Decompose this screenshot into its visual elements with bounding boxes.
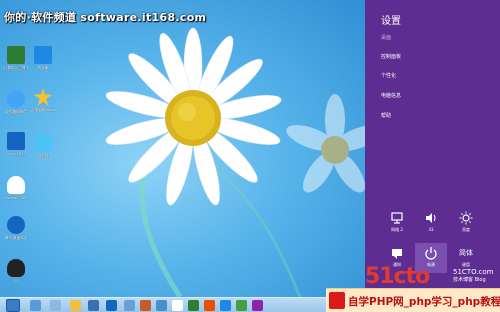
brand-logo-text: 51cto	[365, 264, 430, 289]
section-label: 桌面	[381, 35, 392, 41]
recycle-bin-icon	[34, 134, 52, 152]
brand-domain: 51CTO.com	[453, 268, 494, 276]
settings-item-help[interactable]: 帮助	[381, 112, 391, 119]
volume-icon	[426, 213, 436, 223]
desktop-icon[interactable]: 腾讯 桌面助手	[4, 216, 28, 240]
desktop-icon[interactable]: Word 2013	[4, 132, 28, 156]
brand-subtitle: 技术博客 Blog	[453, 277, 486, 283]
site-watermark: 你的·软件频道 software.it168.com	[4, 11, 207, 24]
volume-tile[interactable]: 43	[415, 208, 447, 238]
network-tile[interactable]: 网络 2	[381, 208, 413, 238]
desktop-icon[interactable]: 此电脑和Mesa	[31, 88, 55, 112]
desktop: 你的·软件频道 software.it168.com 计算机及工具下载 有到家 …	[0, 0, 365, 297]
settings-item-personalization[interactable]: 个性化	[381, 72, 396, 79]
qq-penguin-icon	[7, 259, 25, 277]
app-icon	[34, 46, 52, 64]
folder-icon[interactable]	[70, 300, 81, 311]
app-icon[interactable]	[236, 300, 247, 311]
app-icon[interactable]	[220, 300, 231, 311]
word-icon[interactable]	[106, 300, 117, 311]
site-banner: 自学PHP网_php学习_php教程	[326, 288, 500, 312]
desktop-icon[interactable]: 有到家	[31, 46, 55, 70]
app-icon[interactable]	[204, 300, 215, 311]
app-icon[interactable]	[188, 300, 199, 311]
settings-item-pc-info[interactable]: 电脑信息	[381, 92, 401, 99]
desktop-icon[interactable]: QQ	[4, 259, 28, 283]
media-icon[interactable]	[88, 300, 99, 311]
pane-title: 设置	[381, 16, 401, 27]
site-logo-icon	[329, 292, 345, 309]
app-icon[interactable]	[172, 300, 183, 311]
keyboard-ime-label: 简体	[459, 249, 473, 257]
brightness-tile[interactable]: 亮度	[450, 208, 482, 238]
desktop-icon[interactable]: 收件箱和软件	[4, 90, 28, 114]
banner-text: 自学PHP网_php学习_php教程	[348, 296, 500, 308]
app-icon	[7, 46, 25, 64]
settings-item-control-panel[interactable]: 控制面板	[381, 53, 401, 60]
desktop-icon[interactable]: 回收站	[31, 134, 55, 158]
tencent-assistant-icon	[7, 216, 25, 234]
app-icon[interactable]	[50, 300, 61, 311]
app-icon[interactable]	[124, 300, 135, 311]
foxmail-icon	[7, 176, 25, 194]
power-icon	[425, 247, 437, 260]
taskbar	[0, 297, 365, 312]
brand-watermark: 51cto 51CTO.com 技术博客 Blog	[365, 262, 500, 289]
cloud-icon	[7, 90, 25, 108]
star-icon	[34, 88, 52, 106]
explorer-icon[interactable]	[30, 300, 41, 311]
network-icon	[391, 212, 403, 224]
start-button[interactable]	[6, 299, 20, 312]
desktop-icon[interactable]: Foxmail7000	[4, 176, 28, 200]
word-icon	[7, 132, 25, 150]
desktop-icon[interactable]: 计算机及工具下载	[4, 46, 28, 70]
app-icon[interactable]	[156, 300, 167, 311]
app-icon[interactable]	[252, 300, 263, 311]
brightness-icon	[459, 211, 473, 225]
app-icon[interactable]	[140, 300, 151, 311]
notifications-icon	[392, 249, 402, 259]
